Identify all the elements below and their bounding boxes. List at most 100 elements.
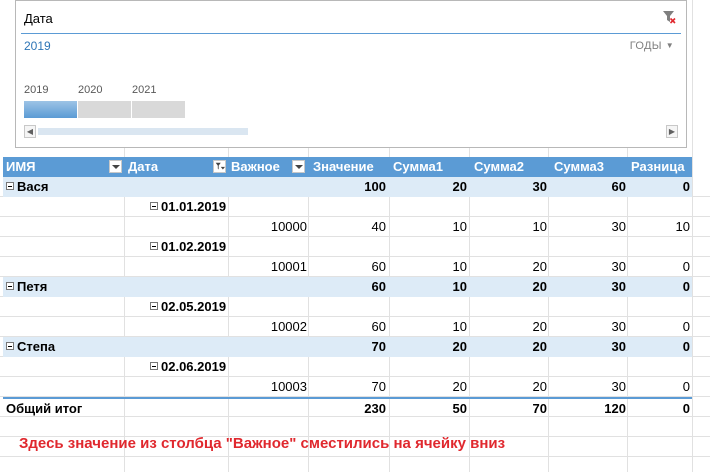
- date-timeline-slicer[interactable]: Дата 2019 ГОДЫ ▼ 2019 2020 2021 ◀ ▶: [15, 0, 687, 148]
- cell-s3: 30: [611, 259, 626, 274]
- cell-s1: 10: [452, 219, 467, 234]
- timeline-bar-2020[interactable]: [78, 101, 131, 118]
- group-name-text: Степа: [17, 339, 56, 354]
- pivot-header-row: ИМЯ Дата Важное Значение Сумма1 Сумма2 С…: [3, 157, 692, 177]
- header-difference: Разница: [631, 159, 685, 174]
- important-value: 10001: [270, 259, 307, 274]
- cell-s1: 20: [452, 179, 467, 194]
- collapse-icon[interactable]: [150, 362, 158, 370]
- timeline-selected-period: 2019: [24, 39, 51, 53]
- timeline-year-2020[interactable]: 2020: [78, 84, 138, 96]
- cell-value: 70: [371, 339, 386, 354]
- cell-s3: 30: [611, 219, 626, 234]
- cell-s3: 30: [611, 319, 626, 334]
- pivot-body: Вася 100 20 30 60 0 01.01.2019 10000 40 10 10 30 10 0…: [3, 177, 692, 397]
- grand-total-sum3: 120: [604, 401, 626, 416]
- cell-s3: 30: [611, 379, 626, 394]
- important-filter-dropdown-icon[interactable]: [292, 160, 305, 173]
- cell-s1: 10: [452, 259, 467, 274]
- header-important: Важное: [231, 159, 280, 174]
- cell-s2: 10: [532, 219, 547, 234]
- header-sum2: Сумма2: [474, 159, 524, 174]
- scroll-left-button[interactable]: ◀: [24, 125, 36, 138]
- collapse-icon[interactable]: [6, 342, 14, 350]
- pivot-detail-row: 10000 40 10 10 30 10: [3, 217, 692, 237]
- pivot-date-row: 01.02.2019: [3, 237, 692, 257]
- group-name[interactable]: Вася: [6, 177, 48, 197]
- cell-value: 40: [371, 219, 386, 234]
- annotation-note: Здесь значение из столбца "Важное" смест…: [19, 435, 506, 452]
- timeline-bar-2019[interactable]: [24, 101, 77, 118]
- pivot-detail-row: 10001 60 10 20 30 0: [3, 257, 692, 277]
- grand-total-value: 230: [364, 401, 386, 416]
- collapse-icon[interactable]: [150, 242, 158, 250]
- grand-total-difference: 0: [682, 401, 690, 416]
- timeline-separator: [21, 33, 681, 34]
- cell-value: 100: [364, 179, 386, 194]
- pivot-date-row: 02.05.2019: [3, 297, 692, 317]
- cell-s1: 20: [452, 379, 467, 394]
- date-text: 01.01.2019: [161, 199, 227, 214]
- important-value: 10000: [270, 219, 307, 234]
- header-sum1: Сумма1: [393, 159, 443, 174]
- pivot-date-row: 02.06.2019: [3, 357, 692, 377]
- pivot-group-row: Петя 60 10 20 30 0: [3, 277, 692, 297]
- timeline-year-2019[interactable]: 2019: [24, 84, 84, 96]
- cell-s2: 20: [532, 319, 547, 334]
- cell-diff: 0: [682, 319, 690, 334]
- cell-s1: 10: [452, 279, 467, 294]
- cell-diff: 0: [682, 279, 690, 294]
- header-sum3: Сумма3: [554, 159, 604, 174]
- clear-filter-icon[interactable]: [662, 10, 676, 24]
- collapse-icon[interactable]: [6, 282, 14, 290]
- date-label[interactable]: 01.01.2019: [150, 197, 226, 217]
- cell-diff: 0: [682, 339, 690, 354]
- cell-diff: 0: [682, 259, 690, 274]
- pivot-detail-row: 10002 60 10 20 30 0: [3, 317, 692, 337]
- header-value: Значение: [313, 159, 374, 174]
- timeline-level-selector[interactable]: ГОДЫ ▼: [630, 40, 674, 52]
- grand-total-sum1: 50: [452, 401, 467, 416]
- date-text: 01.02.2019: [161, 239, 227, 254]
- cell-s2: 20: [532, 279, 547, 294]
- date-label[interactable]: 02.06.2019: [150, 357, 226, 377]
- group-name[interactable]: Петя: [6, 277, 47, 297]
- group-name[interactable]: Степа: [6, 337, 55, 357]
- cell-value: 60: [371, 279, 386, 294]
- date-text: 02.06.2019: [161, 359, 227, 374]
- cell-diff: 0: [682, 179, 690, 194]
- date-active-filter-icon[interactable]: [213, 160, 226, 173]
- cell-diff: 10: [675, 219, 690, 234]
- cell-value: 60: [371, 319, 386, 334]
- pivot-group-row: Степа 70 20 20 30 0: [3, 337, 692, 357]
- header-date: Дата: [128, 159, 159, 174]
- cell-s3: 30: [611, 339, 626, 354]
- important-value: 10002: [270, 319, 307, 334]
- date-text: 02.05.2019: [161, 299, 227, 314]
- chevron-down-icon: ▼: [665, 41, 674, 50]
- grand-total-row: Общий итог 230 50 70 120 0: [3, 397, 692, 419]
- cell-s2: 20: [532, 339, 547, 354]
- timeline-level-label: ГОДЫ: [629, 40, 662, 52]
- cell-s1: 20: [452, 339, 467, 354]
- cell-diff: 0: [682, 379, 690, 394]
- timeline-year-2021[interactable]: 2021: [132, 84, 192, 96]
- scroll-right-button[interactable]: ▶: [666, 125, 678, 138]
- date-label[interactable]: 02.05.2019: [150, 297, 226, 317]
- pivot-detail-row: 10003 70 20 20 30 0: [3, 377, 692, 397]
- cell-s2: 20: [532, 379, 547, 394]
- important-value: 10003: [270, 379, 307, 394]
- pivot-table: ИМЯ Дата Важное Значение Сумма1 Сумма2 С…: [3, 157, 692, 419]
- timeline-bar-2021[interactable]: [132, 101, 185, 118]
- cell-s3: 60: [611, 179, 626, 194]
- cell-s2: 30: [532, 179, 547, 194]
- name-filter-dropdown-icon[interactable]: [109, 160, 122, 173]
- date-label[interactable]: 01.02.2019: [150, 237, 226, 257]
- timeline-scrollbar-thumb[interactable]: [38, 128, 248, 135]
- collapse-icon[interactable]: [150, 202, 158, 210]
- collapse-icon[interactable]: [150, 302, 158, 310]
- pivot-date-row: 01.01.2019: [3, 197, 692, 217]
- cell-s3: 30: [611, 279, 626, 294]
- collapse-icon[interactable]: [6, 182, 14, 190]
- header-name: ИМЯ: [6, 159, 36, 174]
